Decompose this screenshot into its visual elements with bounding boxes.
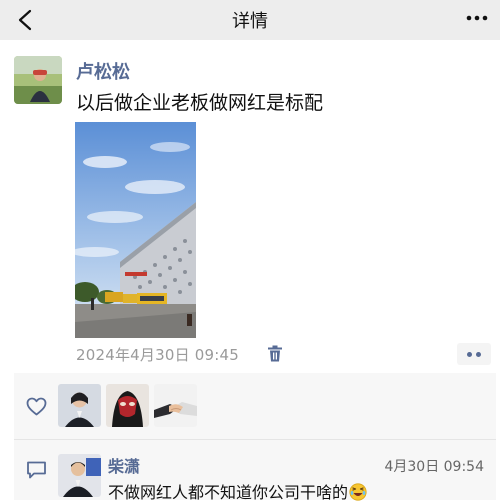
liker-avatar[interactable] bbox=[106, 384, 149, 427]
comment-icon bbox=[27, 461, 46, 479]
trash-icon[interactable] bbox=[267, 345, 283, 362]
heart-outline-icon bbox=[26, 397, 47, 416]
liker-avatar[interactable] bbox=[154, 384, 197, 427]
post-text: 以后做企业老板做网红是标配 bbox=[76, 92, 324, 114]
commenter-avatar[interactable] bbox=[58, 454, 101, 497]
comment-time: 4月30日 09:54 bbox=[384, 459, 484, 475]
commenter-name[interactable]: 柴潇 bbox=[108, 453, 140, 477]
comment-text-content: 不做网红人都不知道你公司干啥的 bbox=[108, 483, 349, 502]
page-title: 详情 bbox=[232, 11, 268, 32]
more-dots-icon[interactable] bbox=[466, 13, 488, 23]
nav-bar: 详情 bbox=[0, 0, 500, 40]
liker-avatar[interactable] bbox=[58, 384, 101, 427]
post-photo[interactable] bbox=[75, 122, 196, 338]
author-name[interactable]: 卢松松 bbox=[76, 58, 130, 84]
divider bbox=[14, 439, 496, 440]
comment-text: 不做网红人都不知道你公司干啥的 bbox=[108, 479, 367, 503]
ellipsis-icon[interactable] bbox=[457, 343, 491, 365]
post-timestamp: 2024年4月30日 09:45 bbox=[76, 346, 240, 364]
author-avatar[interactable] bbox=[14, 56, 62, 104]
laughing-emoji-icon bbox=[349, 483, 367, 501]
interaction-panel: 柴潇 4月30日 09:54 不做网红人都不知道你公司干啥的 bbox=[14, 373, 496, 503]
